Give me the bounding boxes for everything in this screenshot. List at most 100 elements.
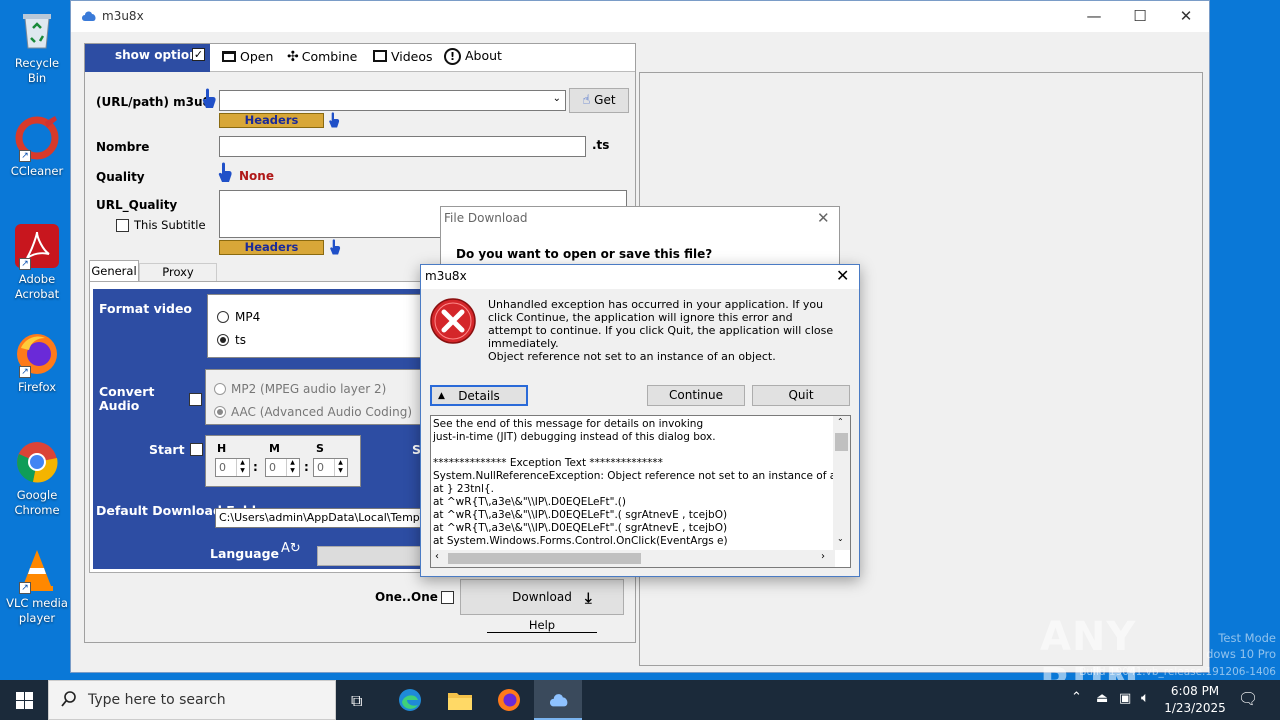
firefox-taskbar-icon[interactable] [497,688,521,715]
hand-pointer-icon: ☝ [582,93,591,108]
minimize-button[interactable]: — [1071,1,1117,32]
scroll-thumb[interactable] [448,553,641,564]
spinner-arrows-icon[interactable]: ▲ ▼ [334,459,346,476]
headers-button[interactable]: Headers [219,113,324,128]
hand-pointer-icon[interactable] [202,88,216,108]
horizontal-scrollbar[interactable]: ‹ › [431,550,835,567]
collapse-arrow-icon: ▲ [438,391,445,401]
desktop-icon-vlc[interactable]: ↗ VLC media player [4,548,70,626]
start-checkbox[interactable] [190,443,203,456]
url-quality-label: URL_Quality [96,198,178,212]
this-subtitle-checkbox[interactable] [116,219,129,232]
ccleaner-icon: ↗ [15,116,59,162]
chevron-down-icon[interactable]: ⌄ [553,93,561,104]
show-option-toggle[interactable]: show option ✓ [85,44,210,72]
hand-pointer-icon[interactable] [218,162,232,182]
scroll-right-icon[interactable]: › [821,551,825,562]
headers-button-2[interactable]: Headers [219,240,324,255]
scroll-thumb[interactable] [835,433,848,451]
details-line: at System.Windows.Forms.Control.OnClick(… [433,535,728,547]
quit-button[interactable]: Quit [752,385,850,406]
get-button[interactable]: ☝ Get [569,88,629,113]
one-one-checkbox[interactable] [441,591,454,604]
continue-button[interactable]: Continue [647,385,745,406]
mp4-radio[interactable] [217,311,229,323]
start-time-group: H M S 0 ▲ ▼ : 0 ▲ ▼ : 0 ▲ ▼ [205,435,361,487]
firefox-icon: ↗ [15,332,59,378]
task-view-icon[interactable]: ⧉ [351,691,362,711]
notification-icon[interactable]: 🗨︎ [1238,689,1258,708]
maximize-button[interactable]: ☐ [1117,1,1163,32]
watermark-line1: Test Mode [1218,631,1276,645]
download-icon: ⤓ [585,589,592,607]
windows-start-icon[interactable] [16,692,33,712]
desktop-icon-adobe-acrobat[interactable]: ↗ Adobe Acrobat [4,224,70,302]
open-button[interactable]: Open [222,49,273,64]
time-separator: : [304,460,309,474]
network-icon[interactable]: ▣ [1119,691,1131,706]
chevron-up-icon[interactable]: ⌃ [1071,690,1082,705]
open-label: Open [240,49,274,64]
details-line: at ^wR{T\,a3e\&"\\IP\.D0EQELeFt".( sgrAt… [433,509,728,521]
aac-label: AAC (Advanced Audio Coding) [231,405,413,419]
hour-value: 0 [219,461,226,474]
quality-label: Quality [96,170,145,184]
desktop-icon-google-chrome[interactable]: Google Chrome [4,440,70,518]
second-spinner[interactable]: 0 ▲ ▼ [313,458,348,477]
chrome-icon [15,440,59,484]
shortcut-arrow-icon: ↗ [19,366,31,378]
nombre-input[interactable] [219,136,586,157]
exception-title: m3u8x [425,269,467,283]
usb-icon[interactable]: ⏏ [1096,691,1108,706]
combine-icon: ✣ [287,49,299,65]
aac-radio[interactable] [214,406,226,418]
edge-icon[interactable] [398,688,422,715]
about-button[interactable]: ! About [444,48,502,65]
scroll-left-icon[interactable]: ‹ [435,551,439,562]
desktop-icon-firefox[interactable]: ↗ Firefox [4,332,70,395]
help-link[interactable]: Help [487,618,597,633]
details-button[interactable]: ▲ Details [430,385,528,406]
close-button[interactable]: ✕ [1163,1,1209,32]
language-select[interactable] [317,546,427,566]
volume-icon[interactable]: 🔈︎ [1141,690,1149,706]
this-subtitle-label: This Subtitle [134,218,206,232]
convert-audio-checkbox[interactable] [189,393,202,406]
close-icon[interactable]: ✕ [817,209,830,227]
hour-spinner[interactable]: 0 ▲ ▼ [215,458,250,477]
download-folder-input[interactable]: C:\Users\admin\AppData\Local\Temp\Vid [215,508,427,528]
scroll-up-icon[interactable]: ⌃ [837,417,844,426]
ts-radio[interactable] [217,334,229,346]
convert-audio-label: Convert Audio [99,384,155,413]
clock-date[interactable]: 1/23/2025 [1163,701,1227,715]
download-label: Download [512,590,572,604]
file-explorer-icon[interactable] [448,690,472,713]
search-placeholder: Type here to search [88,692,226,708]
mp2-radio[interactable] [214,383,226,395]
desktop-icon-ccleaner[interactable]: ↗ CCleaner [4,116,70,179]
m3u8x-taskbar-button[interactable] [534,680,582,720]
combine-button[interactable]: ✣ Combine [287,49,357,65]
details-label: Details [458,389,500,403]
tab-proxy[interactable]: Proxy (Default) [139,263,217,296]
url-combobox[interactable]: ⌄ [219,90,566,111]
download-button[interactable]: Download ⤓ [460,579,624,615]
hand-pointer-icon[interactable] [328,112,340,130]
hand-pointer-icon[interactable] [329,239,341,257]
details-textbox[interactable]: See the end of this message for details … [430,415,851,568]
show-option-checkbox[interactable]: ✓ [192,48,205,61]
desktop-icon-recycle-bin[interactable]: Recycle Bin [4,8,70,86]
minute-spinner[interactable]: 0 ▲ ▼ [265,458,300,477]
spinner-arrows-icon[interactable]: ▲ ▼ [236,459,248,476]
close-icon[interactable]: ✕ [836,266,849,285]
scroll-down-icon[interactable]: ⌄ [837,534,844,543]
videos-button[interactable]: Videos [373,49,433,64]
taskbar-search[interactable]: Type here to search [48,680,336,720]
vertical-scrollbar[interactable]: ⌃ ⌄ [833,416,850,550]
tab-general[interactable]: General [89,260,139,281]
clock-time[interactable]: 6:08 PM [1163,684,1227,698]
minute-label: M [269,442,280,455]
error-icon [429,297,477,348]
show-option-label: show option [115,48,198,62]
spinner-arrows-icon[interactable]: ▲ ▼ [286,459,298,476]
